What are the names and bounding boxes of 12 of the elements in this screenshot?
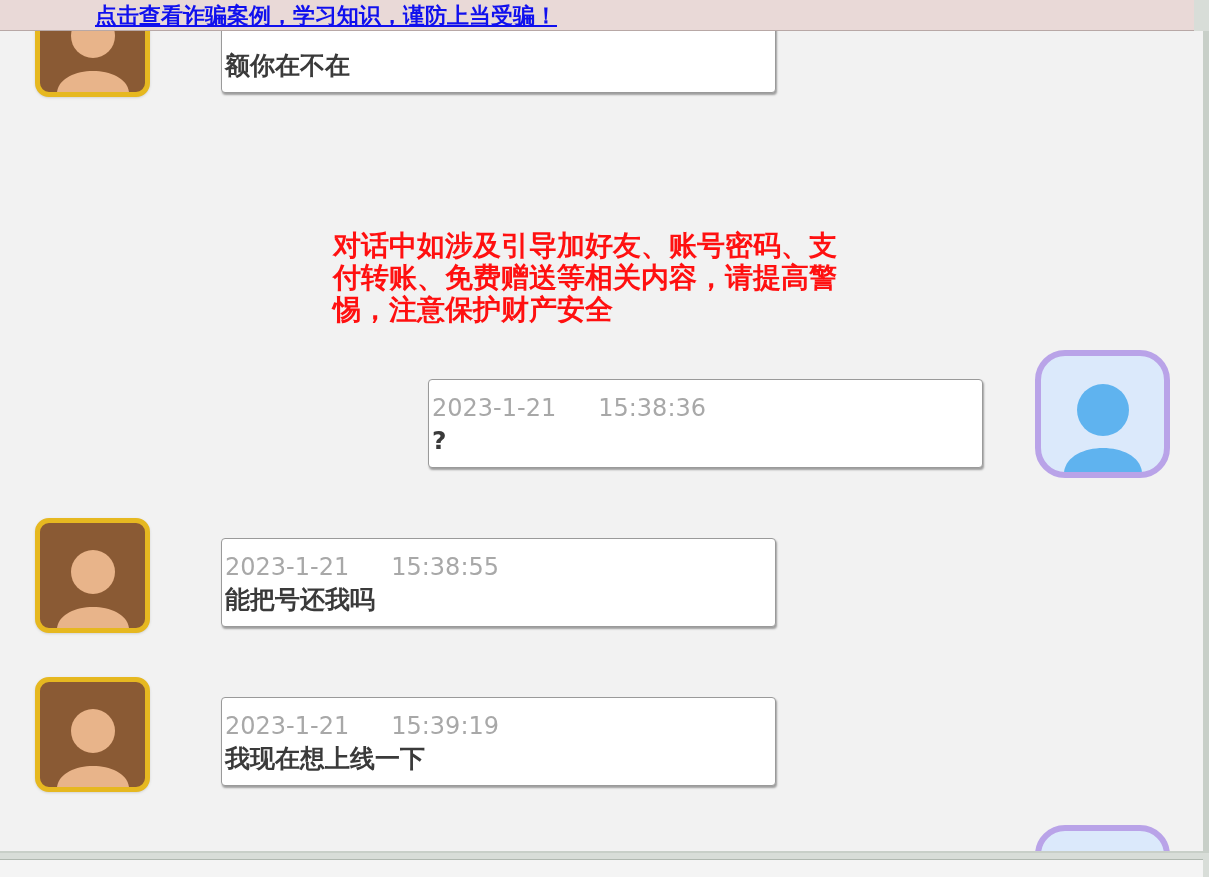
message-text: 额你在不在: [225, 50, 351, 82]
message-text: 我现在想上线一下: [225, 743, 426, 775]
safety-warning: 对话中如涉及引导加好友、账号密码、支付转账、免费赠送等相关内容，请提高警惕，注意保护财产安全: [333, 230, 838, 326]
fraud-warning-link[interactable]: 点击查看诈骗案例，学习知识，谨防上当受骗！: [95, 1, 557, 30]
message-date: 2023-1-21: [225, 552, 350, 582]
message-text: 能把号还我吗: [225, 584, 376, 616]
message-text: ?: [432, 425, 448, 457]
message-time: 15:38:36: [598, 393, 706, 423]
message-date: 2023-1-21: [432, 393, 557, 423]
message-time: 15:39:19: [391, 711, 499, 741]
message-date: 2023-1-21: [225, 711, 350, 741]
message-time: 15:38:55: [391, 552, 499, 582]
